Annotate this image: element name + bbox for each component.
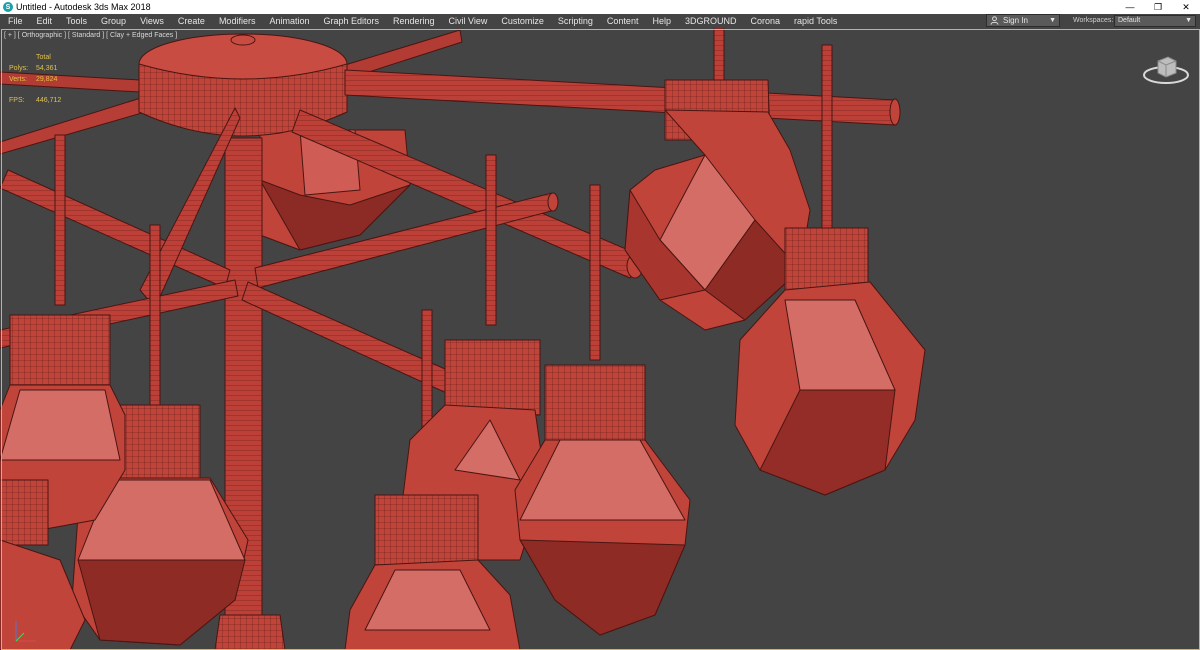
viewcube-icon[interactable] (1142, 51, 1190, 87)
stats-fps-label: FPS: (9, 97, 25, 104)
stats-verts-label: Verts: (9, 76, 27, 83)
sign-in-dropdown[interactable]: Sign In ▼ (986, 14, 1060, 27)
title-bar: S Untitled - Autodesk 3ds Max 2018 — ❐ ✕ (0, 0, 1200, 14)
menu-rendering[interactable]: Rendering (386, 14, 442, 28)
menu-3dground[interactable]: 3DGROUND (678, 14, 744, 28)
perspective-viewport[interactable] (0, 28, 1200, 650)
stats-total-label: Total (36, 54, 51, 61)
user-icon (990, 16, 999, 25)
menu-graph-editors[interactable]: Graph Editors (316, 14, 386, 28)
menu-rapid-tools[interactable]: rapid Tools (787, 14, 844, 28)
menu-group[interactable]: Group (94, 14, 133, 28)
stats-polys-label: Polys: (9, 65, 29, 72)
viewport-statistics: Total Polys: 54,361 Verts: 29,824 FPS: 446,… (9, 52, 76, 106)
chevron-down-icon: ▼ (1049, 17, 1056, 24)
app-icon[interactable]: S (3, 2, 13, 12)
menu-civil-view[interactable]: Civil View (442, 14, 495, 28)
menu-edit[interactable]: Edit (30, 14, 60, 28)
menu-views[interactable]: Views (133, 14, 171, 28)
menu-customize[interactable]: Customize (494, 14, 551, 28)
window-controls: — ❐ ✕ (1116, 0, 1200, 14)
workspaces-select[interactable]: Default ▼ (1114, 15, 1196, 27)
menu-help[interactable]: Help (645, 14, 678, 28)
sign-in-label: Sign In (1003, 16, 1028, 25)
menu-corona[interactable]: Corona (743, 14, 787, 28)
axis-tripod-icon (10, 615, 40, 645)
menu-scripting[interactable]: Scripting (551, 14, 600, 28)
menu-file[interactable]: File (0, 14, 30, 28)
menu-animation[interactable]: Animation (262, 14, 316, 28)
menu-create[interactable]: Create (171, 14, 212, 28)
menu-modifiers[interactable]: Modifiers (212, 14, 263, 28)
minimize-button[interactable]: — (1116, 0, 1144, 14)
app-window: S Untitled - Autodesk 3ds Max 2018 — ❐ ✕… (0, 0, 1200, 650)
chevron-down-icon: ▼ (1185, 17, 1192, 24)
stats-fps-value: 446,712 (36, 97, 62, 104)
menu-content[interactable]: Content (600, 14, 646, 28)
restore-button[interactable]: ❐ (1144, 0, 1172, 14)
chandelier-model[interactable] (0, 28, 1200, 650)
stats-polys-value: 54,361 (36, 65, 58, 72)
viewport-label-menu[interactable]: [ + ] [ Orthographic ] [ Standard ] [ Cl… (4, 32, 177, 39)
stats-verts-value: 29,824 (36, 76, 58, 83)
workspaces-label: Workspaces: (1073, 17, 1114, 24)
workspaces-value: Default (1118, 17, 1141, 24)
close-button[interactable]: ✕ (1172, 0, 1200, 14)
window-title: Untitled - Autodesk 3ds Max 2018 (16, 2, 151, 12)
menu-tools[interactable]: Tools (59, 14, 94, 28)
